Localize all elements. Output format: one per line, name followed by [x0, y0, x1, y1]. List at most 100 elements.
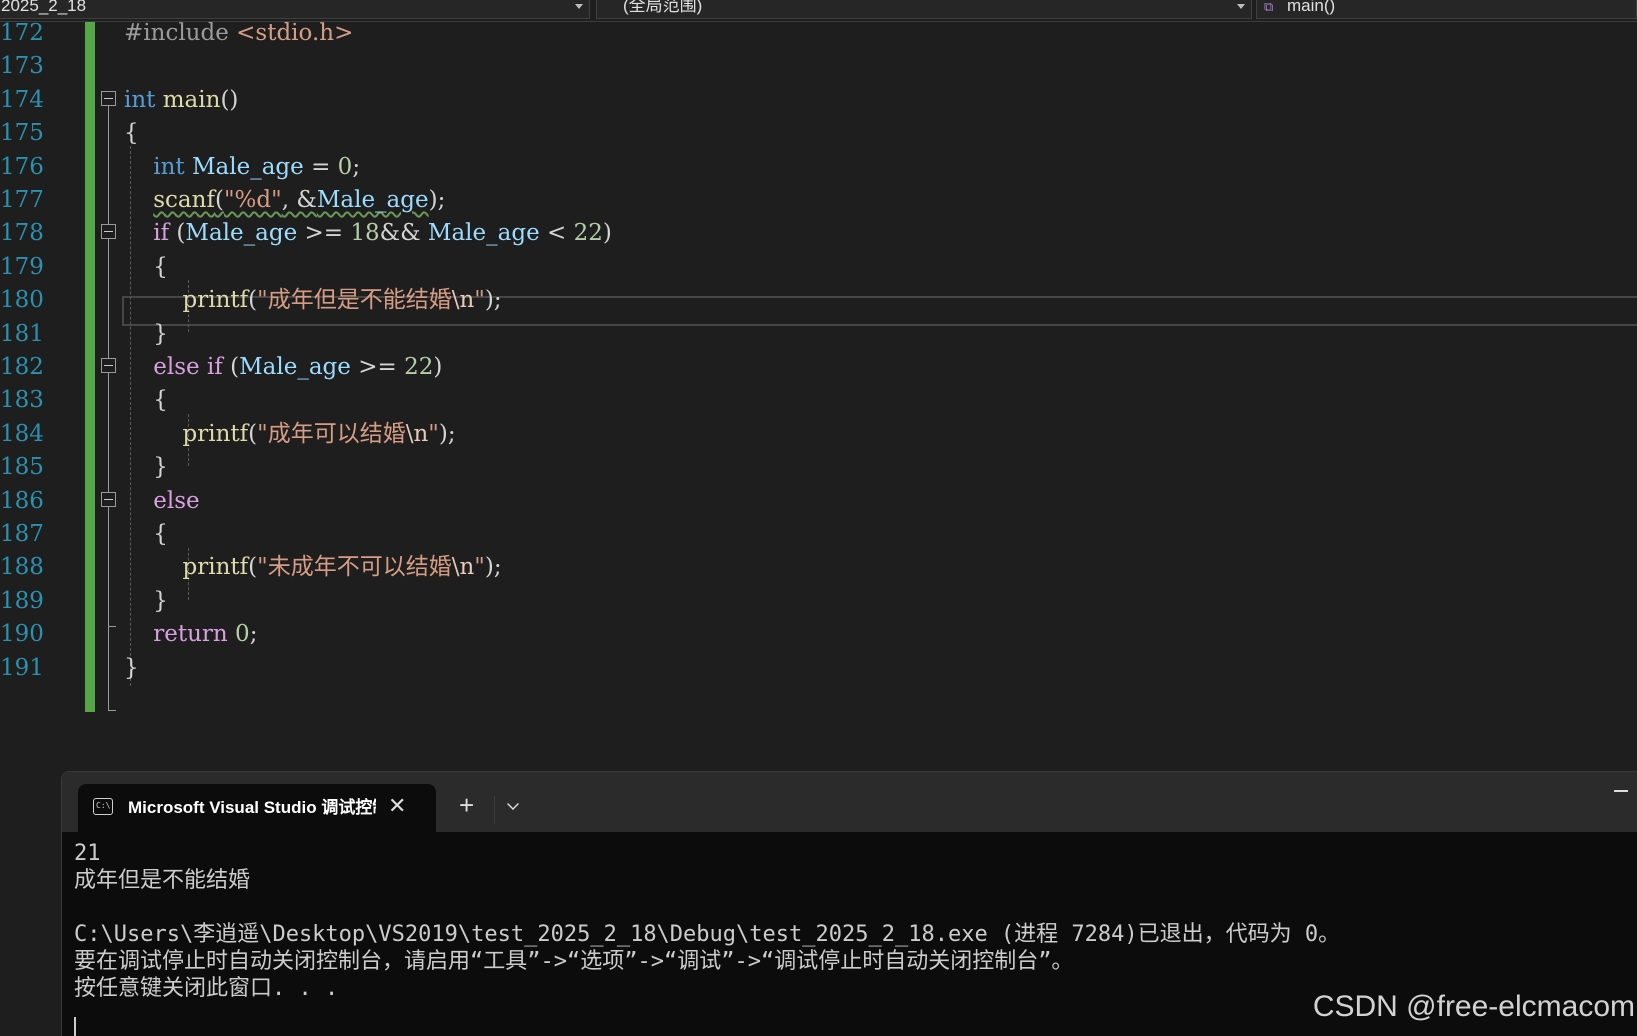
- code-token: ;: [352, 153, 361, 180]
- code-token: else: [153, 487, 200, 514]
- code-token: ": [428, 420, 439, 447]
- code-line[interactable]: 175 {: [0, 116, 1637, 151]
- line-number: 177: [0, 187, 44, 213]
- code-text: {: [124, 250, 168, 285]
- code-token: }: [124, 454, 168, 481]
- code-line[interactable]: 179 {: [0, 250, 1637, 285]
- code-token: , &: [281, 187, 317, 213]
- code-line[interactable]: 185 }: [0, 450, 1637, 485]
- code-token: ": [474, 287, 485, 314]
- code-token: <stdio.h>: [236, 20, 354, 46]
- code-token: "成年但是不能结婚: [257, 287, 452, 314]
- new-tab-button[interactable]: +: [459, 792, 474, 818]
- code-line[interactable]: 173: [0, 49, 1637, 84]
- code-token: \n: [451, 554, 475, 581]
- code-token: printf: [182, 420, 249, 447]
- code-token: );: [438, 420, 456, 447]
- code-editor[interactable]: 172 #include <stdio.h> 173 174 int main() 175…: [0, 20, 1637, 772]
- code-token: }: [124, 320, 168, 347]
- line-number: 190: [0, 621, 44, 648]
- code-token: 0: [337, 153, 353, 180]
- code-token: <: [539, 220, 574, 247]
- console-output-line: 要在调试停止时自动关闭控制台，请启用“工具”->“选项”->“调试”->“调试停…: [74, 949, 1074, 974]
- console-output-line: 成年但是不能结婚: [74, 868, 251, 893]
- code-token: Male_age: [191, 153, 304, 180]
- watermark-text: CSDN @free-elcmacom: [1312, 990, 1635, 1023]
- code-token: );: [484, 554, 502, 581]
- code-line[interactable]: 183 {: [0, 383, 1637, 418]
- line-number: 184: [0, 420, 44, 447]
- line-number: 178: [0, 220, 44, 247]
- code-token: (: [214, 187, 224, 213]
- console-tab-title: Microsoft Visual Studio 调试控制台: [128, 798, 376, 817]
- code-line[interactable]: 182 else if (Male_age >= 22): [0, 350, 1637, 385]
- code-text: printf("成年可以结婚\n");: [124, 417, 456, 452]
- member-dropdown-label: main(): [1287, 0, 1336, 15]
- console-tab[interactable]: C:\ Microsoft Visual Studio 调试控制台 ✕: [78, 784, 436, 832]
- code-token: ): [433, 354, 443, 380]
- code-text: {: [124, 116, 139, 151]
- chevron-down-icon: [1237, 4, 1245, 9]
- console-output-line: C:\Users\李逍遥\Desktop\VS2019\test_2025_2_…: [74, 922, 1341, 947]
- code-line[interactable]: 181 }: [0, 317, 1637, 352]
- code-token: ): [602, 220, 612, 247]
- line-number: 176: [0, 153, 44, 180]
- project-dropdown-label: 2025_2_18: [1, 0, 87, 15]
- code-line[interactable]: 180 printf("成年但是不能结婚\n");: [0, 283, 1637, 318]
- code-line[interactable]: 190 return 0;: [0, 617, 1637, 652]
- line-number: 181: [0, 320, 44, 347]
- line-number: 172: [0, 20, 44, 46]
- code-line[interactable]: 172 #include <stdio.h>: [0, 16, 1637, 51]
- code-line[interactable]: 176 int Male_age = 0;: [0, 150, 1637, 185]
- code-line[interactable]: 174 int main(): [0, 83, 1637, 118]
- code-token: scanf: [153, 187, 215, 213]
- code-token: >=: [297, 220, 351, 247]
- code-line[interactable]: 188 printf("未成年不可以结婚\n");: [0, 550, 1637, 585]
- chevron-down-icon[interactable]: [507, 798, 519, 810]
- code-line[interactable]: 191}: [0, 651, 1637, 686]
- code-line[interactable]: 177 scanf("%d", &Male_age);: [0, 183, 1637, 218]
- code-text: }: [124, 317, 168, 352]
- code-line[interactable]: 178 if (Male_age >= 18&& Male_age < 22): [0, 216, 1637, 251]
- code-line[interactable]: 187 {: [0, 517, 1637, 552]
- code-line[interactable]: 189 }: [0, 584, 1637, 619]
- fold-end-marker: [108, 710, 116, 711]
- code-token: \n: [451, 287, 475, 314]
- code-token: {: [124, 120, 139, 147]
- console-output[interactable]: 21 成年但是不能结婚 C:\Users\李逍遥\Desktop\VS2019\te…: [74, 840, 1634, 1002]
- code-line[interactable]: 184 printf("成年可以结婚\n");: [0, 417, 1637, 452]
- console-tab-bar: C:\ Microsoft Visual Studio 调试控制台 ✕ +: [62, 772, 1637, 832]
- code-token: Male_age: [316, 187, 429, 213]
- code-token: "未成年不可以结婚: [257, 554, 452, 581]
- code-token: }: [124, 587, 168, 614]
- code-token: {: [124, 521, 168, 547]
- code-token: Male_age: [239, 354, 351, 380]
- tab-separator: [494, 796, 495, 824]
- console-output-line: 21: [74, 841, 101, 866]
- close-icon[interactable]: ✕: [388, 795, 406, 817]
- code-line[interactable]: 186 else: [0, 484, 1637, 519]
- code-token: if: [153, 220, 170, 247]
- code-token: >=: [350, 354, 405, 380]
- code-token: =: [303, 153, 338, 180]
- code-text: {: [124, 383, 168, 418]
- code-token: "%d": [223, 187, 282, 213]
- code-text: else if (Male_age >= 22): [124, 350, 442, 385]
- code-token: (): [220, 86, 239, 113]
- line-number: 175: [0, 120, 44, 147]
- line-number: 191: [0, 654, 44, 681]
- code-token: (: [169, 220, 186, 247]
- chevron-down-icon: [575, 4, 583, 9]
- code-token: "成年可以结婚: [257, 420, 406, 447]
- minimize-icon[interactable]: [1614, 790, 1628, 792]
- code-text: int main(): [124, 83, 238, 118]
- code-token: );: [428, 187, 446, 213]
- code-text: if (Male_age >= 18&& Male_age < 22): [124, 216, 612, 251]
- code-token: (: [248, 287, 258, 314]
- code-token: ;: [249, 621, 258, 648]
